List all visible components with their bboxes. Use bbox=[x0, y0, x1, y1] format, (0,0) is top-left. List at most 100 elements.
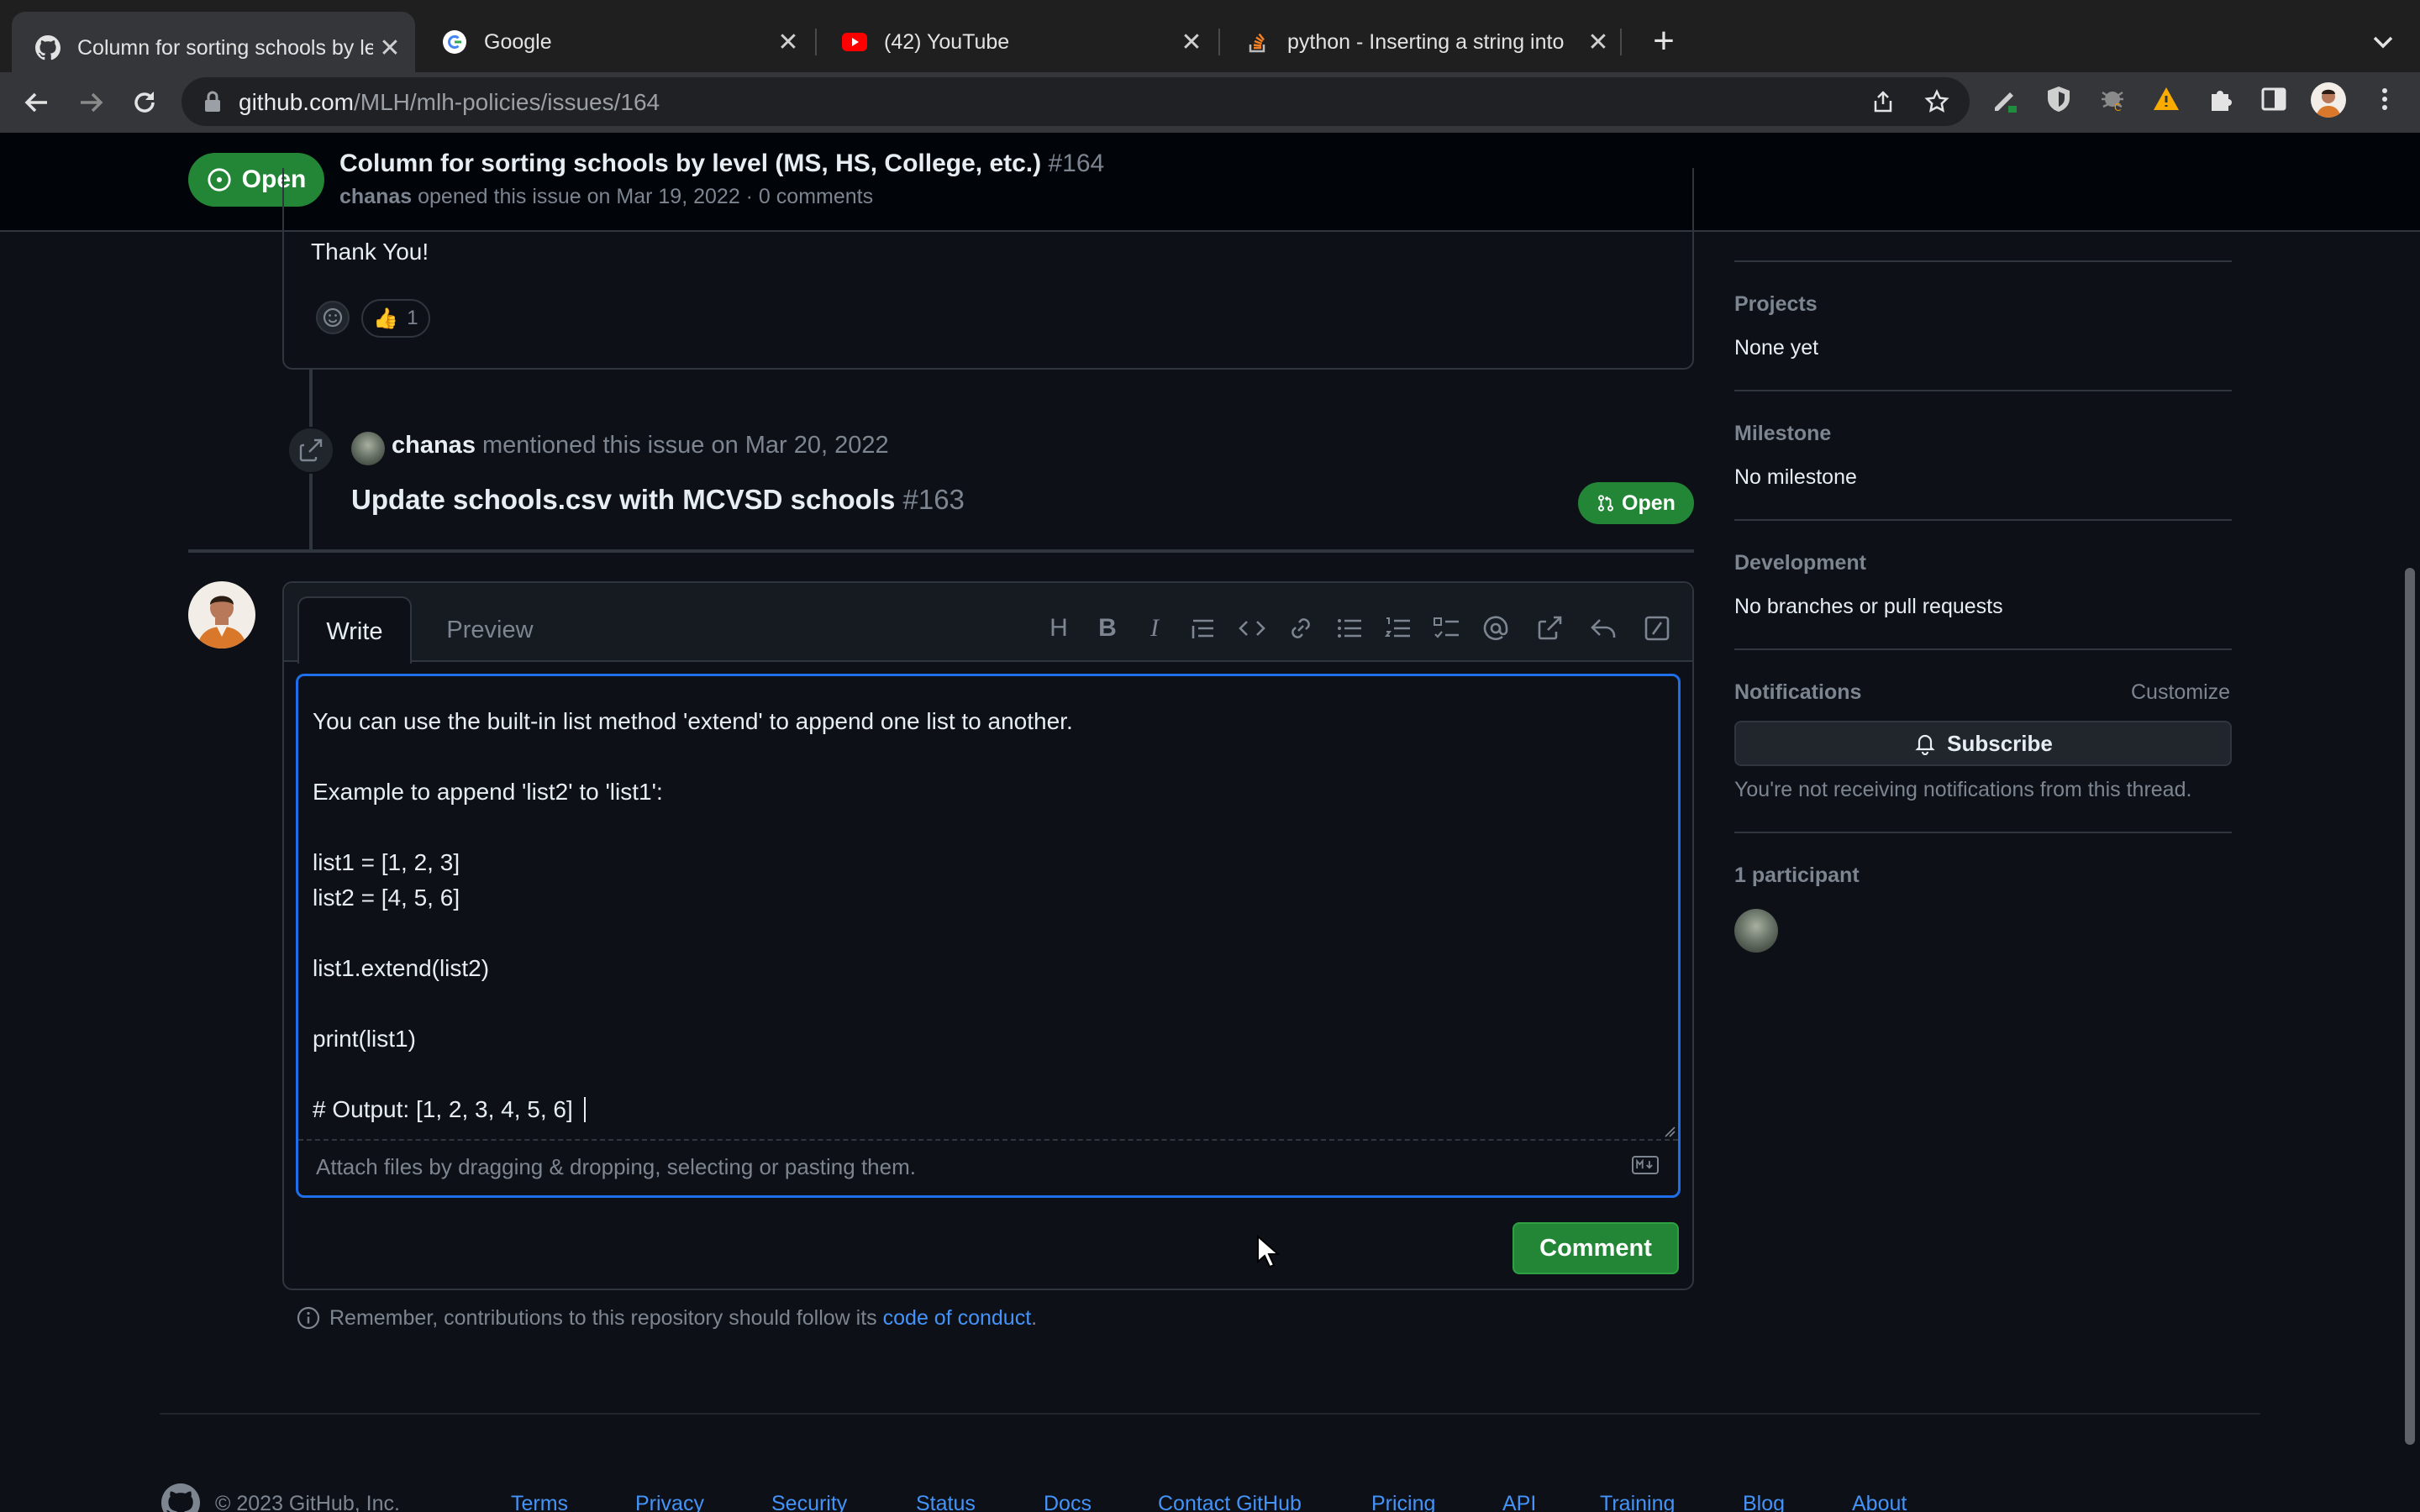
page-scrollbar[interactable] bbox=[2405, 568, 2415, 1445]
tab-write[interactable]: Write bbox=[297, 596, 412, 664]
tab-separator bbox=[815, 29, 817, 55]
code-of-conduct-note: Remember, contributions to this reposito… bbox=[296, 1305, 1037, 1331]
footer-link-about[interactable]: About bbox=[1852, 1492, 1907, 1512]
subscribe-button[interactable]: Subscribe bbox=[1734, 721, 2232, 766]
close-tab-icon[interactable]: ✕ bbox=[1175, 28, 1208, 57]
bold-icon[interactable]: B bbox=[1092, 613, 1123, 643]
footer-link-pricing[interactable]: Pricing bbox=[1371, 1492, 1435, 1512]
code-of-conduct-link[interactable]: code of conduct bbox=[883, 1306, 1032, 1330]
italic-icon[interactable]: I bbox=[1139, 613, 1170, 643]
person-avatar-icon bbox=[2316, 89, 2341, 118]
share-icon[interactable] bbox=[1870, 89, 1896, 114]
bug-extension-icon[interactable]: C bbox=[2097, 84, 2128, 114]
cross-reference-icon[interactable] bbox=[1534, 613, 1565, 643]
markdown-icon[interactable] bbox=[1632, 1156, 1659, 1174]
sidebar-development-value: No branches or pull requests bbox=[1734, 595, 2003, 618]
address-bar[interactable]: github.com/MLH/mlh-policies/issues/164 bbox=[182, 77, 1970, 126]
close-tab-icon[interactable]: ✕ bbox=[373, 34, 407, 63]
footer-link-blog[interactable]: Blog bbox=[1743, 1492, 1785, 1512]
comment-textarea[interactable]: You can use the built-in list method 'ex… bbox=[313, 704, 1657, 1127]
customize-notifications-link[interactable]: Customize bbox=[2131, 680, 2230, 705]
sidebar-participants-heading: 1 participant bbox=[1734, 864, 1860, 887]
referenced-pr-link[interactable]: Update schools.csv with MCVSD schools #1… bbox=[351, 484, 965, 516]
sidebar-development-heading[interactable]: Development bbox=[1734, 551, 1866, 575]
footer-link-security[interactable]: Security bbox=[771, 1492, 847, 1512]
tab-stackoverflow[interactable]: python - Inserting a string into ✕ bbox=[1222, 15, 1623, 69]
github-logo-icon[interactable] bbox=[161, 1483, 200, 1512]
footer-link-privacy[interactable]: Privacy bbox=[635, 1492, 704, 1512]
side-panel-icon[interactable] bbox=[2259, 84, 2289, 114]
heading-icon[interactable]: H bbox=[1044, 613, 1074, 643]
thumbs-up-reaction[interactable]: 👍 1 bbox=[361, 299, 430, 338]
tab-google[interactable]: Google ✕ bbox=[418, 15, 813, 69]
footer-link-contact[interactable]: Contact GitHub bbox=[1158, 1492, 1302, 1512]
profile-avatar[interactable] bbox=[2311, 82, 2346, 118]
slash-command-icon[interactable] bbox=[1642, 613, 1672, 643]
sidebar-milestone-heading[interactable]: Milestone bbox=[1734, 422, 1831, 446]
add-reaction-button[interactable] bbox=[316, 301, 350, 334]
forward-icon[interactable] bbox=[72, 84, 109, 121]
mention-user-avatar[interactable] bbox=[351, 432, 385, 465]
close-tab-icon[interactable]: ✕ bbox=[1581, 28, 1615, 57]
footer-link-docs[interactable]: Docs bbox=[1044, 1492, 1092, 1512]
cross-reference-icon bbox=[299, 438, 323, 462]
cross-reference-badge bbox=[287, 427, 334, 474]
warning-extension-icon[interactable] bbox=[2151, 84, 2181, 114]
pen-extension-icon[interactable] bbox=[1990, 84, 2020, 114]
bookmark-star-icon[interactable] bbox=[1924, 89, 1949, 114]
url-text[interactable]: github.com/MLH/mlh-policies/issues/164 bbox=[239, 89, 660, 116]
sidebar-divider bbox=[1734, 648, 2232, 650]
sidebar-divider bbox=[1734, 260, 2232, 262]
google-icon bbox=[443, 30, 466, 54]
comment-submit-button[interactable]: Comment bbox=[1512, 1222, 1679, 1274]
mention-icon[interactable] bbox=[1481, 613, 1511, 643]
participant-avatar[interactable] bbox=[1734, 909, 1778, 953]
coc-text: Remember, contributions to this reposito… bbox=[329, 1305, 883, 1330]
mention-event: chanas mentioned this issue on Mar 20, 2… bbox=[392, 432, 889, 459]
current-user-avatar[interactable] bbox=[188, 581, 255, 648]
smiley-icon bbox=[323, 307, 343, 328]
bulleted-list-icon[interactable] bbox=[1334, 613, 1365, 643]
comment-body-text: Thank You! bbox=[311, 239, 429, 265]
footer-link-training[interactable]: Training bbox=[1600, 1492, 1675, 1512]
tab-youtube[interactable]: (42) YouTube ✕ bbox=[818, 15, 1217, 69]
close-tab-icon[interactable]: ✕ bbox=[771, 28, 805, 57]
attach-files-hint[interactable]: Attach files by dragging & dropping, sel… bbox=[316, 1154, 916, 1180]
footer-link-api[interactable]: API bbox=[1502, 1492, 1536, 1512]
code-icon[interactable] bbox=[1237, 613, 1267, 643]
markdown-glyph bbox=[1636, 1158, 1653, 1169]
extensions-puzzle-icon[interactable] bbox=[2205, 84, 2235, 114]
numbered-list-icon[interactable] bbox=[1383, 613, 1413, 643]
mouse-cursor-icon bbox=[1257, 1235, 1281, 1268]
resize-handle-icon[interactable] bbox=[1664, 1126, 1676, 1137]
subscribe-label: Subscribe bbox=[1947, 730, 2053, 756]
reload-icon[interactable] bbox=[126, 84, 163, 121]
footer-link-status[interactable]: Status bbox=[916, 1492, 976, 1512]
stackoverflow-icon bbox=[1249, 33, 1265, 53]
issue-open-icon bbox=[208, 168, 231, 192]
tab-preview[interactable]: Preview bbox=[429, 596, 551, 664]
pr-number: #163 bbox=[902, 484, 965, 515]
tab-separator bbox=[1218, 29, 1220, 55]
pr-state-badge: Open bbox=[1578, 482, 1694, 524]
mention-user-link[interactable]: chanas bbox=[392, 432, 476, 459]
info-icon bbox=[297, 1306, 320, 1330]
reply-icon[interactable] bbox=[1588, 613, 1618, 643]
sidebar-projects-heading[interactable]: Projects bbox=[1734, 292, 1818, 317]
back-icon[interactable] bbox=[18, 84, 55, 121]
notifications-note: You're not receiving notifications from … bbox=[1734, 778, 2192, 801]
tab-search-chevron-icon[interactable] bbox=[2366, 25, 2400, 59]
text-caret bbox=[584, 1097, 586, 1122]
link-icon[interactable] bbox=[1286, 613, 1316, 643]
shield-extension-icon[interactable] bbox=[2044, 84, 2074, 114]
footer-link-terms[interactable]: Terms bbox=[511, 1492, 568, 1512]
new-tab-button[interactable]: + bbox=[1643, 20, 1685, 62]
task-list-icon[interactable] bbox=[1432, 613, 1462, 643]
youtube-icon bbox=[842, 33, 867, 51]
tab-title: (42) YouTube bbox=[884, 29, 1010, 54]
browser-tab-strip: Column for sorting schools by level ✕ Go… bbox=[0, 0, 2420, 84]
sidebar-divider bbox=[1734, 390, 2232, 391]
quote-icon[interactable] bbox=[1188, 613, 1218, 643]
lock-icon[interactable] bbox=[203, 91, 222, 113]
browser-menu-icon[interactable] bbox=[2370, 84, 2400, 114]
